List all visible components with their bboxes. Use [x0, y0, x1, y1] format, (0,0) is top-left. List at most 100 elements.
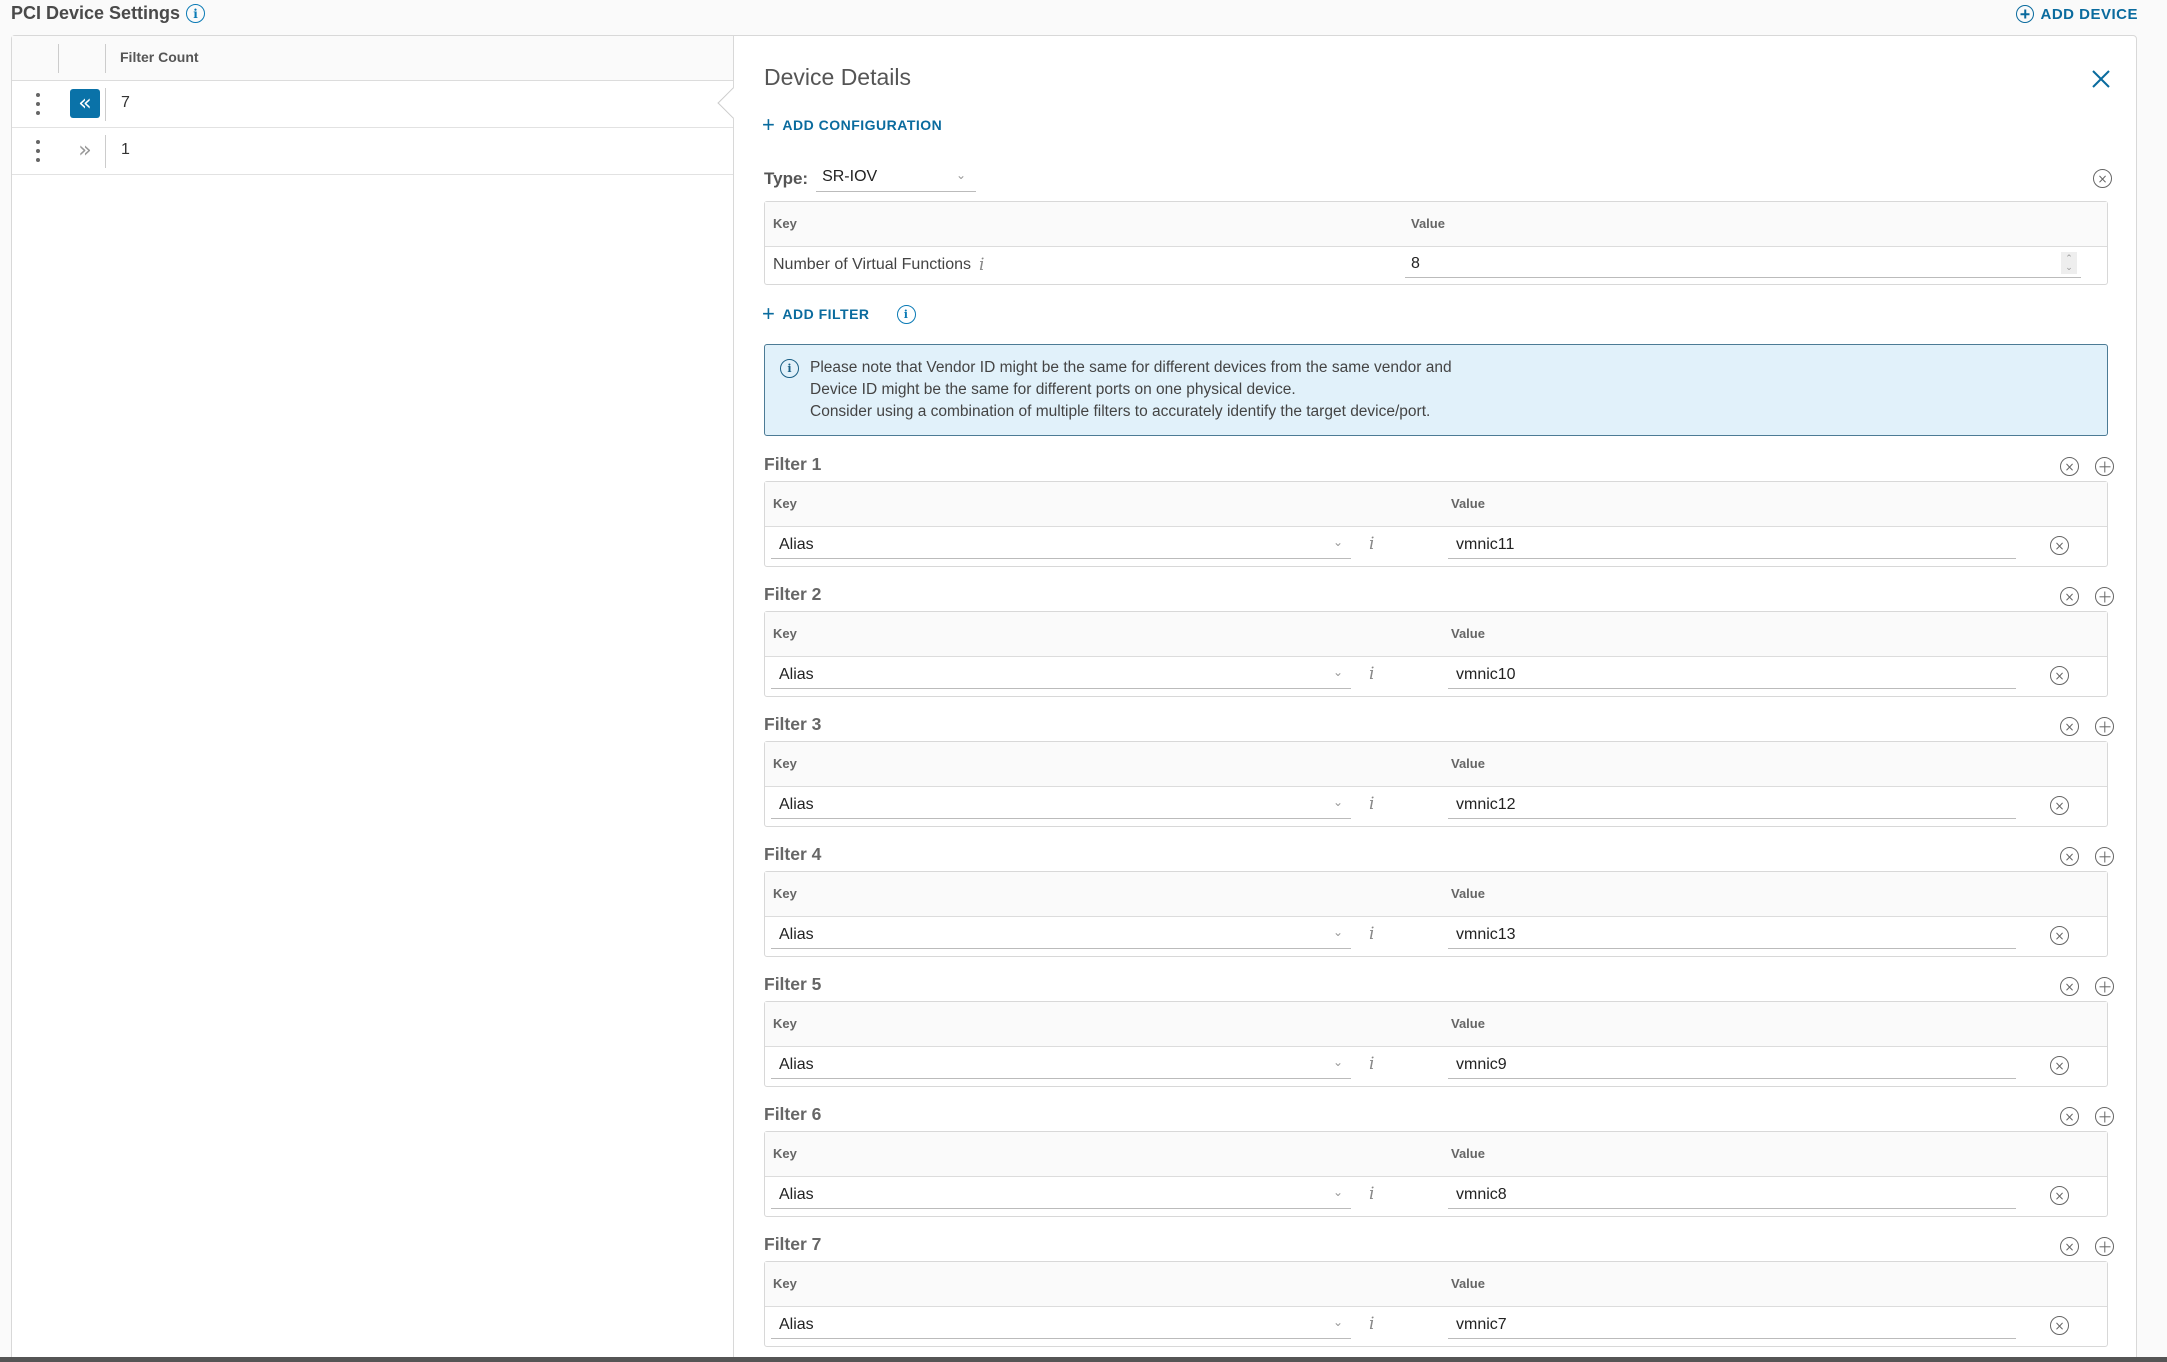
add-filter-button[interactable]: + ADD FILTER i [762, 303, 916, 325]
add-device-label: ADD DEVICE [2040, 5, 2138, 23]
info-icon[interactable]: i [186, 4, 206, 23]
key-header: Key [773, 496, 797, 511]
chevron-down-icon: ⌄ [1332, 535, 1343, 549]
device-datagrid: Filter Count « 7 » 1 [11, 35, 734, 1358]
filter-key-select[interactable]: Alias ⌄ [771, 791, 1351, 819]
collapse-details-icon[interactable]: « [70, 89, 100, 118]
info-banner: i Please note that Vendor ID might be th… [764, 344, 2108, 436]
clear-filter-value-icon[interactable]: × [2050, 1056, 2069, 1075]
close-icon[interactable] [2088, 66, 2114, 92]
add-filter-after-icon[interactable] [2095, 977, 2114, 996]
filter-key-value: Alias [779, 1186, 814, 1203]
filter-value-input[interactable]: vmnic8 [1448, 1181, 2016, 1209]
filter-key-select[interactable]: Alias ⌄ [771, 661, 1351, 689]
filter-table-header: Key Value [765, 872, 2107, 917]
filter-key-select[interactable]: Alias ⌄ [771, 531, 1351, 559]
filter-label: Filter 1 [764, 454, 822, 474]
clear-filter-value-icon[interactable]: × [2050, 1186, 2069, 1205]
add-filter-after-icon[interactable] [2095, 1107, 2114, 1126]
filter-value-input[interactable]: vmnic11 [1448, 531, 2016, 559]
remove-filter-icon[interactable]: × [2060, 847, 2079, 866]
info-signpost-icon[interactable]: i [1369, 1054, 1374, 1074]
filter-value-input[interactable]: vmnic12 [1448, 791, 2016, 819]
filter-key-value: Alias [779, 796, 814, 813]
clear-filter-value-icon[interactable]: × [2050, 926, 2069, 945]
key-header: Key [773, 1276, 797, 1291]
clear-filter-value-icon[interactable]: × [2050, 666, 2069, 685]
add-filter-after-icon[interactable] [2095, 1237, 2114, 1256]
row-actions-icon[interactable] [35, 140, 41, 162]
configuration-table: Key Value Number of Virtual Functions i … [764, 201, 2108, 285]
clear-filter-value-icon[interactable]: × [2050, 796, 2069, 815]
filter-value-input[interactable]: vmnic10 [1448, 661, 2016, 689]
info-signpost-icon[interactable]: i [1369, 924, 1374, 944]
filter-key-select[interactable]: Alias ⌄ [771, 921, 1351, 949]
filter-value-input[interactable]: vmnic7 [1448, 1311, 2016, 1339]
key-header: Key [773, 216, 797, 231]
remove-filter-icon[interactable]: × [2060, 457, 2079, 476]
banner-line: Consider using a combination of multiple… [810, 403, 1431, 420]
filter-key-select[interactable]: Alias ⌄ [771, 1051, 1351, 1079]
type-label: Type: [764, 169, 809, 188]
add-device-button[interactable]: ADD DEVICE [2016, 5, 2138, 23]
remove-filter-icon[interactable]: × [2060, 1107, 2079, 1126]
filter-value-text: vmnic11 [1456, 536, 1515, 553]
add-filter-after-icon[interactable] [2095, 457, 2114, 476]
row-actions-icon[interactable] [35, 93, 41, 115]
clear-filter-value-icon[interactable]: × [2050, 1316, 2069, 1335]
filter-key-select[interactable]: Alias ⌄ [771, 1311, 1351, 1339]
info-signpost-icon[interactable]: i [979, 255, 984, 275]
column-divider[interactable] [105, 44, 106, 73]
info-signpost-icon[interactable]: i [1369, 794, 1374, 814]
remove-filter-icon[interactable]: × [2060, 1237, 2079, 1256]
filter-label: Filter 6 [764, 1104, 822, 1124]
remove-configuration-icon[interactable]: × [2093, 169, 2112, 188]
expand-details-icon[interactable]: » [70, 136, 100, 165]
filter-key-value: Alias [779, 926, 814, 943]
info-signpost-icon[interactable]: i [1369, 664, 1374, 684]
clear-filter-value-icon[interactable]: × [2050, 536, 2069, 555]
column-divider [105, 135, 106, 168]
device-details-panel: Device Details + ADD CONFIGURATION Type:… [717, 35, 2137, 1358]
number-spinner[interactable]: ⌃ ⌄ [2061, 252, 2077, 274]
add-filter-after-icon[interactable] [2095, 587, 2114, 606]
filter-value-text: vmnic12 [1456, 796, 1516, 813]
filter-label: Filter 5 [764, 974, 822, 994]
key-header: Key [773, 886, 797, 901]
value-header: Value [1451, 496, 1485, 511]
remove-filter-icon[interactable]: × [2060, 977, 2079, 996]
datagrid-row[interactable]: » 1 [12, 128, 734, 175]
info-icon[interactable]: i [896, 304, 916, 324]
filter-table-header: Key Value [765, 1262, 2107, 1307]
filter-actions: × [2060, 717, 2114, 736]
value-header: Value [1451, 886, 1485, 901]
filter-table: Key Value Alias ⌄ i vmnic11 × [764, 481, 2108, 567]
filter-value-input[interactable]: vmnic13 [1448, 921, 2016, 949]
window-bottom-edge [0, 1357, 2167, 1362]
add-configuration-button[interactable]: + ADD CONFIGURATION [762, 114, 942, 136]
key-header: Key [773, 1146, 797, 1161]
filter-table: Key Value Alias ⌄ i vmnic13 × [764, 871, 2108, 957]
info-signpost-icon[interactable]: i [1369, 534, 1374, 554]
filter-key-value: Alias [779, 536, 814, 553]
plus-icon: + [762, 301, 776, 326]
value-header: Value [1451, 756, 1485, 771]
type-select[interactable]: SR-IOV ⌄ [816, 166, 977, 192]
add-filter-after-icon[interactable] [2095, 847, 2114, 866]
virtual-functions-input[interactable]: 8 ⌃ ⌄ [1405, 251, 2081, 278]
filter-actions: × [2060, 847, 2114, 866]
filter-label: Filter 7 [764, 1234, 822, 1254]
filter-value-input[interactable]: vmnic9 [1448, 1051, 2016, 1079]
add-filter-after-icon[interactable] [2095, 717, 2114, 736]
filter-label: Filter 4 [764, 844, 822, 864]
info-signpost-icon[interactable]: i [1369, 1314, 1374, 1334]
datagrid-row[interactable]: « 7 [12, 81, 734, 128]
info-signpost-icon[interactable]: i [1369, 1184, 1374, 1204]
chevron-down-icon: ⌄ [1332, 1185, 1343, 1199]
filter-table: Key Value Alias ⌄ i vmnic9 × [764, 1001, 2108, 1087]
column-divider[interactable] [58, 44, 59, 73]
remove-filter-icon[interactable]: × [2060, 717, 2079, 736]
remove-filter-icon[interactable]: × [2060, 587, 2079, 606]
column-header-filter-count[interactable]: Filter Count [120, 49, 199, 65]
filter-key-select[interactable]: Alias ⌄ [771, 1181, 1351, 1209]
